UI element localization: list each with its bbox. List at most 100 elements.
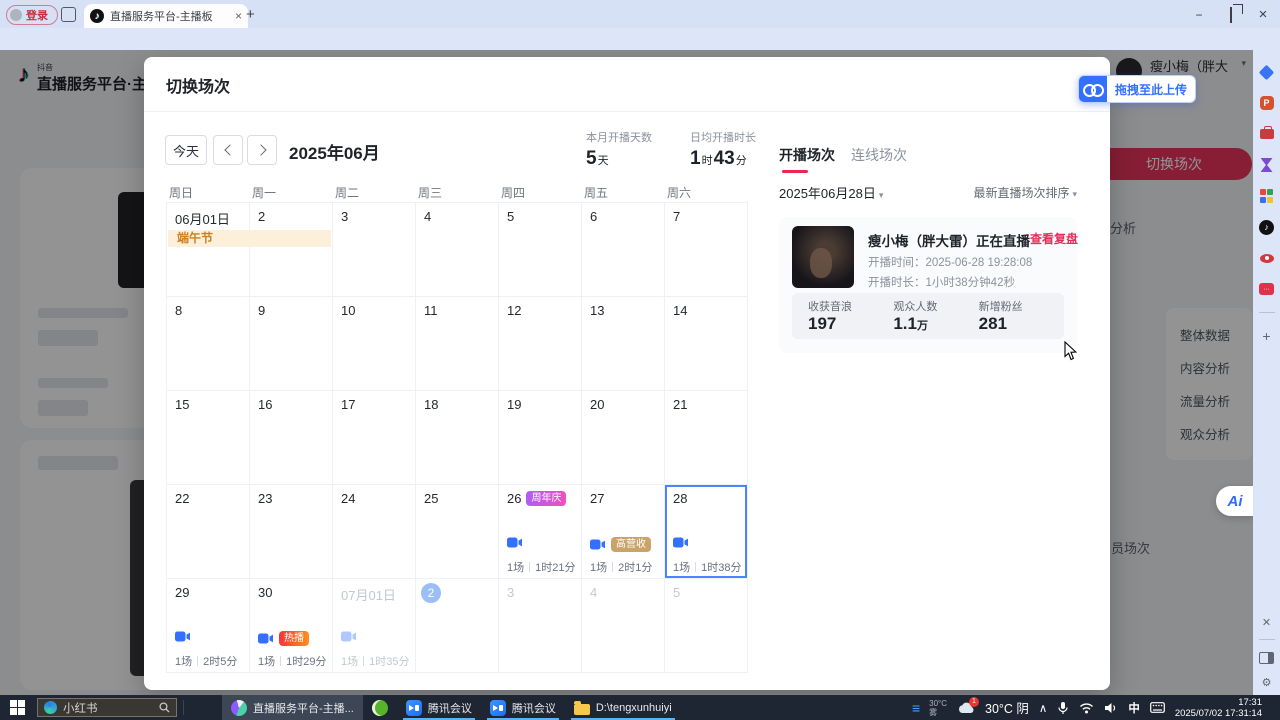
panel-tab-0[interactable]: 开播场次: [779, 145, 835, 175]
calendar-day-cell[interactable]: 23: [250, 485, 333, 579]
calendar-day-cell[interactable]: 28 1场1时38分: [665, 485, 748, 579]
calendar-day-cell[interactable]: 4: [416, 203, 499, 297]
weekday-label: 周四: [498, 184, 581, 201]
calendar-day-cell[interactable]: 6: [582, 203, 665, 297]
calendar-day-cell[interactable]: 2: [250, 203, 333, 297]
calendar-day-cell[interactable]: 2: [416, 579, 499, 673]
upload-toast[interactable]: 拖拽至此上传: [1078, 75, 1196, 103]
day-events: [175, 631, 190, 642]
tiktok-icon[interactable]: ♪: [1259, 219, 1275, 235]
day-number: 15: [175, 397, 189, 412]
panel-tab-1[interactable]: 连线场次: [851, 145, 907, 175]
calendar-day-cell[interactable]: 17: [333, 391, 416, 485]
calendar-day-cell[interactable]: 27 高营收1场2时1分: [582, 485, 665, 579]
speaker-icon[interactable]: [1104, 702, 1118, 714]
wifi-icon[interactable]: [1079, 702, 1094, 714]
calendar-day-cell[interactable]: 29 1场2时5分: [167, 579, 250, 673]
tab-close-icon[interactable]: ×: [235, 9, 242, 23]
browser-login-button[interactable]: 登录: [6, 5, 58, 25]
taskbar-app-green-browser[interactable]: [363, 695, 397, 720]
calendar-day-cell[interactable]: 9: [250, 297, 333, 391]
calendar-day-cell[interactable]: 26周年庆 1场1时21分: [499, 485, 582, 579]
calendar-day-cell[interactable]: 11: [416, 297, 499, 391]
powerpoint-icon[interactable]: P: [1259, 95, 1275, 111]
calendar-stat: 日均开播时长1时43分: [690, 129, 756, 170]
start-button[interactable]: [0, 695, 35, 720]
calendar-day-cell[interactable]: 20: [582, 391, 665, 485]
view-replay-link[interactable]: 查看复盘: [1030, 230, 1078, 247]
calendar-day-cell[interactable]: 10: [333, 297, 416, 391]
notification-cloud-icon[interactable]: 1: [957, 701, 975, 715]
stat-label: 日均开播时长: [690, 129, 756, 145]
ai-assistant-button[interactable]: Ai: [1216, 486, 1253, 516]
restore-button[interactable]: [1224, 8, 1238, 22]
taskbar-app-tencent-meeting[interactable]: 腾讯会议: [397, 695, 481, 720]
date-filter-dropdown[interactable]: 2025年06月28日▾: [779, 183, 883, 202]
weekday-label: 周五: [581, 184, 664, 201]
calendar-day-cell[interactable]: 13: [582, 297, 665, 391]
calendar-day-cell[interactable]: 3: [499, 579, 582, 673]
calendar-day-cell[interactable]: 18: [416, 391, 499, 485]
close-button[interactable]: ×: [1256, 6, 1270, 23]
weather-widget[interactable]: 30°C雾: [929, 699, 947, 717]
ime-indicator[interactable]: 中: [1128, 700, 1140, 716]
add-panel-icon[interactable]: +: [1259, 328, 1275, 344]
apps-grid-icon[interactable]: [1259, 188, 1275, 204]
taskbar-app-folder[interactable]: D:\tengxunhuiyi: [565, 695, 681, 720]
reader-badge-icon[interactable]: ⋯: [1259, 281, 1275, 297]
calendar-day-cell[interactable]: 25: [416, 485, 499, 579]
panel-toggle-icon[interactable]: [1259, 650, 1275, 666]
minimize-button[interactable]: −: [1192, 8, 1206, 22]
day-header: 4: [424, 209, 431, 224]
tray-expand-icon[interactable]: ∧: [1039, 701, 1047, 715]
taskbar-search-box[interactable]: 小红书: [37, 698, 177, 717]
sort-filter-dropdown[interactable]: 最新直播场次排序▾: [973, 184, 1077, 201]
calendar-day-cell[interactable]: 4: [582, 579, 665, 673]
tab-list-icon[interactable]: [61, 7, 76, 22]
taskbar-app-live-platform[interactable]: 直播服务平台-主播...: [222, 695, 363, 720]
calendar-day-cell[interactable]: 14: [665, 297, 748, 391]
calendar-day-cell[interactable]: 5: [665, 579, 748, 673]
day-events: [341, 631, 356, 642]
calendar-day-cell[interactable]: 24: [333, 485, 416, 579]
calendar-day-cell[interactable]: 06月01日端午节: [167, 203, 250, 297]
news-menu-icon[interactable]: ≡: [912, 700, 919, 716]
taskbar-app-tencent-meeting[interactable]: 腾讯会议: [481, 695, 565, 720]
day-events: [507, 537, 522, 548]
tools-icon[interactable]: ✕: [1262, 616, 1271, 629]
day-header: 3: [341, 209, 348, 224]
microphone-icon[interactable]: [1057, 701, 1069, 715]
calendar-day-cell[interactable]: 30 热播1场1时29分: [250, 579, 333, 673]
taskbar-clock[interactable]: 17:312025/07/02 17:31:14: [1175, 697, 1262, 719]
calendar-day-cell[interactable]: 3: [333, 203, 416, 297]
eye-icon[interactable]: [1259, 250, 1275, 266]
browser-tab[interactable]: ♪ 直播服务平台-主播板 ×: [84, 4, 248, 28]
taskbar-app-edge[interactable]: [188, 695, 222, 720]
day-header: 15: [175, 397, 189, 412]
calendar-day-cell[interactable]: 22: [167, 485, 250, 579]
calendar-day-cell[interactable]: 5: [499, 203, 582, 297]
hourglass-icon[interactable]: [1259, 157, 1275, 173]
calendar-day-cell[interactable]: 21: [665, 391, 748, 485]
calendar-day-cell[interactable]: 07月01日 1场1时35分: [333, 579, 416, 673]
calendar-day-cell[interactable]: 12: [499, 297, 582, 391]
tag-icon[interactable]: [1259, 64, 1275, 80]
calendar-day-cell[interactable]: 8: [167, 297, 250, 391]
notification-badge: 1: [969, 697, 979, 707]
toolbox-icon[interactable]: [1259, 126, 1275, 142]
calendar-day-cell[interactable]: 19: [499, 391, 582, 485]
stat-value: 1.1万: [893, 314, 978, 334]
touch-keyboard-icon[interactable]: [1150, 702, 1165, 713]
session-card[interactable]: 瘦小梅（胖大雷）正在直播 查看复盘 开播时间：2025-06-28 19:28:…: [779, 217, 1077, 353]
today-button[interactable]: 今天: [165, 135, 207, 165]
settings-gear-icon[interactable]: ⚙: [1262, 676, 1272, 689]
calendar-day-cell[interactable]: 16: [250, 391, 333, 485]
weather-now[interactable]: 30°C 阴: [985, 698, 1029, 717]
next-month-button[interactable]: [247, 135, 277, 165]
calendar-day-cell[interactable]: 7: [665, 203, 748, 297]
session-start-time: 开播时间：2025-06-28 19:28:08: [868, 254, 1064, 270]
prev-month-button[interactable]: [213, 135, 243, 165]
calendar-day-cell[interactable]: 15: [167, 391, 250, 485]
day-number: 4: [590, 585, 597, 600]
new-tab-button[interactable]: +: [246, 6, 255, 23]
